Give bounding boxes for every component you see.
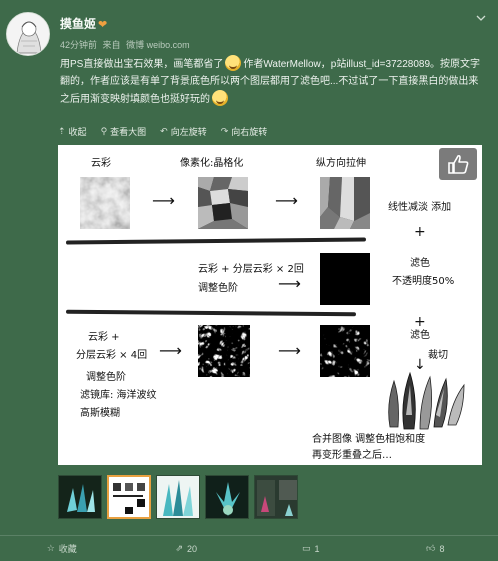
figure-label-bottom-1: 云彩 + [88, 332, 120, 343]
ocean-ripple-tile-2 [320, 325, 370, 377]
figure-label-stretch: 纵方向拉伸 [316, 158, 366, 169]
figure-label-linear-dodge: 线性减淡 添加 [388, 202, 452, 213]
happy-face-emoji-icon [212, 90, 228, 106]
comment-count: 1 [314, 543, 320, 554]
view-large-label: 查看大图 [110, 126, 147, 137]
star-icon: ☆ [46, 543, 55, 553]
favorite-label: 收藏 [58, 544, 77, 554]
happy-face-emoji-icon [225, 55, 242, 71]
repost-button[interactable]: ⇗ 20 [125, 536, 250, 561]
post-time[interactable]: 42分钟前 [60, 40, 97, 50]
like-button[interactable]: 👍︎ 8 [374, 536, 498, 561]
post-text-part1: 用PS直接做出宝石效果，画笔都省了 [60, 59, 224, 70]
image-thumbnails [58, 475, 298, 521]
like-count: 8 [439, 543, 445, 554]
rotate-right-button[interactable]: ↷ 向右旋转 [221, 125, 268, 137]
share-icon: ⇗ [175, 543, 184, 553]
clouds-tile [80, 177, 130, 229]
collapse-label: 收起 [68, 126, 87, 137]
figure-label-bottom-3: 调整色阶 [86, 372, 126, 383]
brush-divider-1 [65, 237, 367, 245]
figure-label-bottom-2: 分层云彩 × 4回 [76, 350, 148, 361]
arrow-right-icon: ⟶ [159, 341, 182, 360]
rotate-right-icon: ↷ [220, 125, 229, 136]
comment-button[interactable]: ▭ 1 [249, 536, 374, 561]
thumbnail-4[interactable] [205, 475, 249, 519]
view-large-button[interactable]: ⚲ 查看大图 [101, 125, 147, 137]
comment-icon: ▭ [301, 543, 311, 553]
rotate-right-label: 向右旋转 [231, 126, 268, 137]
repost-count: 20 [187, 543, 198, 554]
favorite-button[interactable]: ☆ 收藏 [0, 536, 125, 561]
figure-label-filter-color-2: 滤色 [410, 330, 430, 341]
avatar[interactable] [6, 12, 50, 56]
arrow-right-icon: ⟶ [278, 341, 301, 360]
stretched-tile [320, 177, 370, 229]
figure-label-merge-2: 再变形重叠之后… [312, 450, 392, 461]
thumbnail-3[interactable] [156, 475, 200, 519]
chevron-down-icon[interactable] [476, 14, 486, 24]
figure-label-merge-1: 合并图像 调整色相饱和度 [312, 434, 426, 445]
crystal-shards-image [388, 371, 465, 430]
thumbnail-2[interactable] [107, 475, 151, 519]
brush-divider-2 [65, 309, 357, 317]
rotate-left-label: 向左旋转 [170, 126, 207, 137]
post-text: 用PS直接做出宝石效果，画笔都省了 作者WaterMellow，p站illust_… [60, 55, 480, 108]
collapse-button[interactable]: ⇡ 收起 [58, 125, 87, 137]
weibo-post: 摸鱼姬 ❤ 42分钟前 来自 微博 weibo.com 用PS直接做出宝石效果，画… [0, 0, 498, 561]
zoom-icon: ⚲ [100, 125, 108, 136]
ocean-ripple-tile-1 [198, 325, 250, 377]
rotate-left-button[interactable]: ↶ 向左旋转 [160, 125, 207, 137]
figure-label-cut: 裁切 [428, 350, 448, 361]
thumbs-up-icon: 👍︎ [426, 543, 436, 553]
figure-label-pixelate: 像素化:晶格化 [180, 158, 244, 169]
figure-label-opacity: 不透明度50% [392, 276, 455, 287]
crystallize-tile [198, 177, 248, 229]
thumbnail-5[interactable] [254, 475, 298, 519]
figure-plus-2: + [414, 314, 426, 330]
source-prefix: 来自 [102, 40, 121, 50]
post-actions-bar: ☆ 收藏 ⇗ 20 ▭ 1 👍︎ 8 [0, 535, 498, 561]
figure-label-bottom-5: 高斯模糊 [80, 408, 120, 419]
figure-label-layered-2: 调整色阶 [198, 283, 238, 294]
arrow-up-icon: ⇡ [58, 125, 66, 136]
figure-label-filter-color: 滤色 [410, 258, 430, 269]
like-image-button[interactable] [439, 148, 477, 180]
figure-label-bottom-4: 滤镜库: 海洋波纹 [80, 390, 157, 401]
thumbs-up-icon [448, 154, 469, 174]
username[interactable]: 摸鱼姬 ❤ [60, 15, 107, 32]
figure-plus-1: + [414, 224, 426, 240]
thumbnail-1[interactable] [58, 475, 102, 519]
image-toolbar: ⇡ 收起 ⚲ 查看大图 ↶ 向左旋转 ↷ 向右旋转 [58, 125, 267, 137]
arrow-right-icon: ⟶ [278, 274, 301, 293]
heart-badge-icon: ❤ [98, 19, 108, 31]
post-source[interactable]: 微博 weibo.com [126, 40, 190, 50]
post-image[interactable]: 云彩 像素化:晶格化 纵方向拉伸 ⟶ ⟶ 线性减淡 添加 + 滤色 不透明度50… [58, 145, 482, 465]
figure-label-yuncai: 云彩 [91, 158, 111, 169]
arrow-right-icon: ⟶ [275, 191, 298, 210]
layered-clouds-tile [320, 253, 370, 305]
username-text[interactable]: 摸鱼姬 [60, 17, 96, 31]
rotate-left-icon: ↶ [160, 125, 168, 136]
post-meta: 42分钟前 来自 微博 weibo.com [60, 38, 193, 51]
arrow-right-icon: ⟶ [152, 191, 175, 210]
